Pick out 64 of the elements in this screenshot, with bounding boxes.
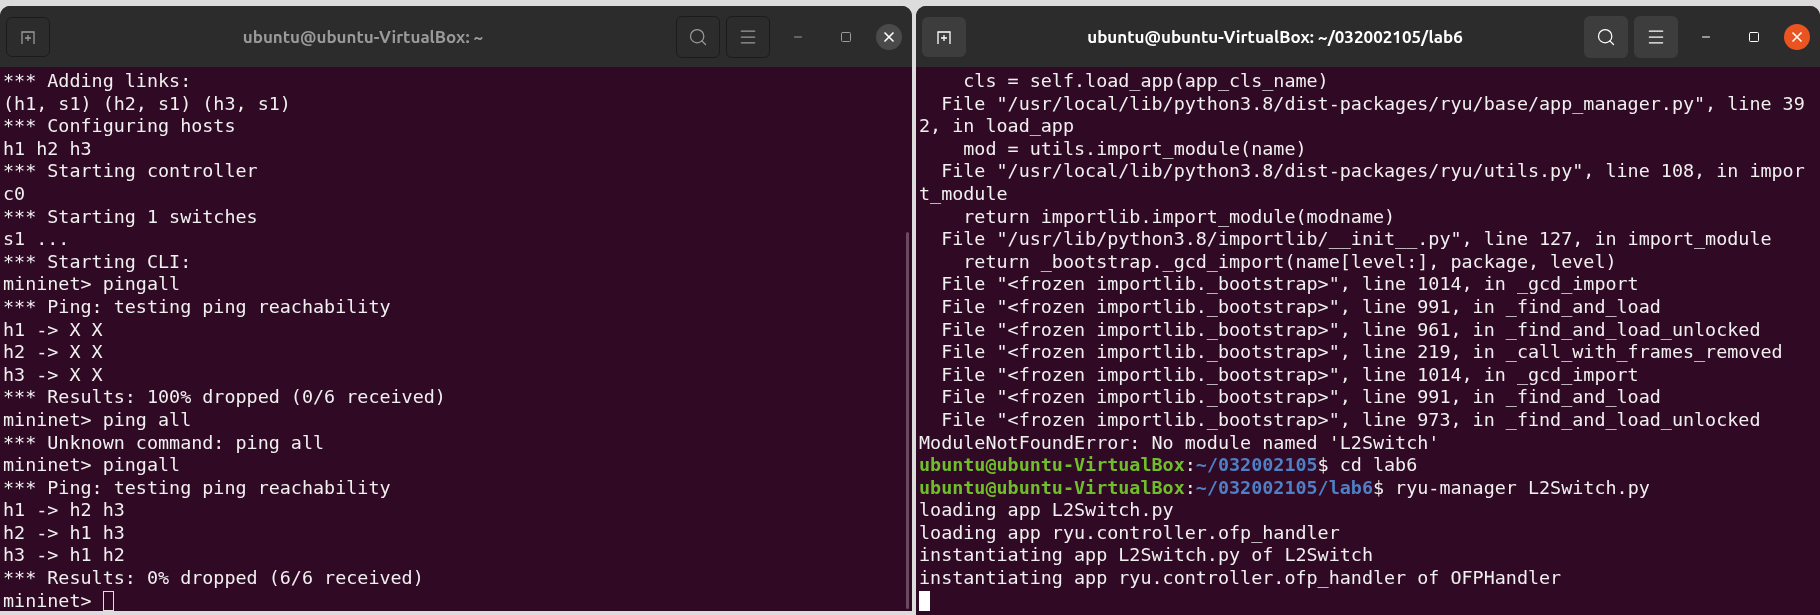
prompt-line: ubuntu@ubuntu-VirtualBox:~/032002105$ cd lab6 (919, 454, 1418, 477)
terminal-line: File "<frozen importlib._bootstrap>", line 1014, in _gcd_import (940, 363, 1639, 387)
new-tab-button[interactable] (922, 16, 966, 57)
close-button[interactable] (1784, 23, 1810, 50)
terminal-line: ModuleNotFoundError: No module named 'L2Switch' (919, 431, 1440, 455)
terminal-line: return _bootstrap._gcd_import(name[level:], package, level) (962, 250, 1617, 274)
terminal-line: File "/usr/local/lib/python3.8/dist-packages/ryu/base/app_manager.py", line 39 (940, 92, 1805, 116)
terminal-line: mininet> ping all (3, 408, 192, 432)
terminal-line: h1 -> h2 h3 (3, 499, 125, 522)
terminal-line: *** Results: 100% dropped (0/6 received) (3, 386, 446, 409)
terminal-line: *** Configuring hosts (3, 115, 236, 138)
terminal-line: instantiating app L2Switch.py of L2Switch (919, 544, 1373, 568)
terminal-line: 2, in load_app (919, 115, 1074, 138)
terminal-line: *** Results: 0% dropped (6/6 received) (3, 567, 424, 590)
terminal-line: t_module (919, 182, 1008, 206)
window-title: ubuntu@ubuntu-VirtualBox: ~/032002105/lab6 (1087, 25, 1463, 48)
search-icon (688, 26, 708, 47)
maximize-icon (840, 30, 852, 43)
terminal-line: h3 -> X X (3, 363, 103, 387)
terminal-line: *** Ping: testing ping reachability (3, 476, 391, 500)
search-button[interactable] (1584, 15, 1628, 58)
terminal-line: return importlib.import_module(modname) (962, 205, 1396, 229)
search-icon (1596, 26, 1616, 47)
terminal-line: *** Ping: testing ping reachability (3, 295, 391, 319)
shell-prompt: mininet> (3, 589, 92, 611)
terminal-line: h1 -> X X (3, 318, 103, 342)
terminal-line: h2 -> X X (3, 341, 103, 364)
menu-button[interactable] (726, 15, 770, 58)
window-title: ubuntu@ubuntu-VirtualBox: ~ (242, 25, 484, 48)
terminal-line: *** Starting CLI: (3, 250, 192, 274)
terminal-line: s1 ... (3, 228, 70, 251)
new-tab-icon (20, 28, 36, 45)
prompt-line: ubuntu@ubuntu-VirtualBox:~/032002105/lab6$ ryu-manager L2Switch.py (919, 476, 1650, 500)
terminal-line: cls = self.load_app(app_cls_name) (962, 70, 1329, 93)
terminal-line: loading app ryu.controller.ofp_handler (919, 521, 1340, 545)
terminal-line: mininet> pingall (3, 454, 181, 477)
search-button[interactable] (676, 15, 720, 58)
terminal-line: c0 (3, 182, 26, 206)
terminal-line: File "<frozen importlib._bootstrap>", line 219, in _call_with_frames_removed (940, 341, 1783, 364)
menu-button[interactable] (1634, 15, 1678, 58)
close-button[interactable] (876, 23, 902, 50)
terminal-line: File "<frozen importlib._bootstrap>", line 961, in _find_and_load_unlocked (940, 318, 1761, 342)
new-tab-icon (936, 28, 952, 45)
terminal-line: h3 -> h1 h2 (3, 544, 125, 568)
terminal-line: mod = utils.import_module(name) (962, 137, 1307, 161)
terminal-line: File "<frozen importlib._bootstrap>", line 991, in _find_and_load (940, 386, 1661, 409)
terminal-line: File "<frozen importlib._bootstrap>", line 1014, in _gcd_import (940, 273, 1639, 296)
terminal-line: *** Starting 1 switches (3, 205, 258, 229)
scrollbar-thumb[interactable] (905, 232, 909, 609)
terminal-line: *** Starting controller (3, 160, 258, 183)
terminal-line: loading app L2Switch.py (919, 499, 1174, 522)
terminal-line: mininet> pingall (3, 273, 181, 296)
maximize-icon (1748, 30, 1760, 43)
terminal-line: instantiating app ryu.controller.ofp_handler of OFPHandler (919, 567, 1562, 590)
new-tab-button[interactable] (6, 16, 50, 57)
terminal-line: h2 -> h1 h3 (3, 521, 125, 545)
terminal-line: h1 h2 h3 (3, 137, 92, 161)
terminal-line: (h1, s1) (h2, s1) (h3, s1) (3, 92, 291, 116)
terminal-line: File "<frozen importlib._bootstrap>", line 991, in _find_and_load (940, 295, 1661, 319)
terminal-line: File "<frozen importlib._bootstrap>", line 973, in _find_and_load_unlocked (940, 408, 1761, 432)
terminal-line: *** Adding links: (3, 70, 192, 93)
terminal-line: File "/usr/lib/python3.8/importlib/__init__.py", line 127, in import_module (940, 228, 1772, 251)
terminal-line: *** Unknown command: ping all (3, 431, 325, 455)
terminal-line: File "/usr/local/lib/python3.8/dist-packages/ryu/utils.py", line 108, in impor (940, 160, 1805, 183)
